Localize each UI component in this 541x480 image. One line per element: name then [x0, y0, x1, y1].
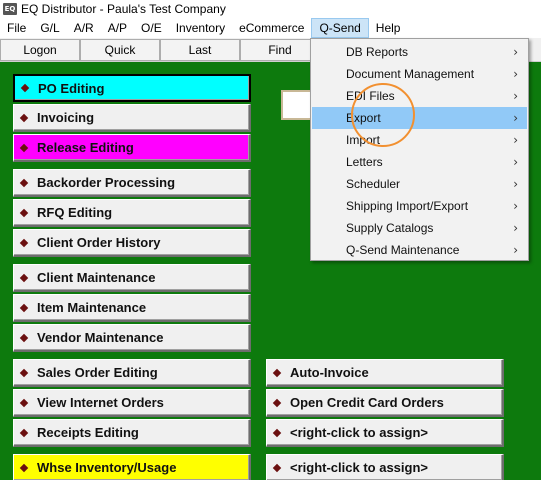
release-editing-button[interactable]: Release Editing: [13, 134, 251, 162]
assignable-button-2[interactable]: <right-click to assign>: [266, 454, 504, 480]
bullet-icon: [19, 368, 29, 377]
button-label: Invoicing: [37, 110, 95, 125]
button-label: Item Maintenance: [37, 300, 147, 315]
menu-ar[interactable]: A/R: [67, 18, 101, 38]
button-label: View Internet Orders: [37, 395, 164, 410]
title-bar: EQ EQ Distributor - Paula's Test Company: [0, 0, 541, 18]
rfq-editing-button[interactable]: RFQ Editing: [13, 199, 251, 227]
menu-gl[interactable]: G/L: [33, 18, 66, 38]
menu-qsend[interactable]: Q-Send: [311, 18, 369, 38]
menu-item-label: Document Management: [346, 67, 475, 81]
invoicing-button[interactable]: Invoicing: [13, 104, 251, 132]
bullet-icon: [272, 428, 282, 437]
bullet-icon: [19, 238, 29, 247]
menu-item-label: Q-Send Maintenance: [346, 243, 460, 257]
menu-item-document-management[interactable]: Document Management ›: [312, 63, 527, 85]
bullet-icon: [19, 273, 29, 282]
bullet-icon: [272, 398, 282, 407]
chevron-right-icon: ›: [513, 155, 518, 169]
menu-oe[interactable]: O/E: [134, 18, 169, 38]
button-label: PO Editing: [38, 80, 105, 96]
button-label: Auto-Invoice: [290, 365, 369, 380]
menu-item-label: Scheduler: [346, 177, 401, 191]
menu-item-db-reports[interactable]: DB Reports ›: [312, 41, 527, 63]
button-label: Client Order History: [37, 235, 161, 250]
window-title: EQ Distributor - Paula's Test Company: [21, 2, 226, 16]
quick-button[interactable]: Quick: [80, 39, 160, 61]
chevron-right-icon: ›: [513, 111, 518, 125]
vendor-maintenance-button[interactable]: Vendor Maintenance: [13, 324, 251, 352]
logon-button[interactable]: Logon: [0, 39, 80, 61]
menu-bar: File G/L A/R A/P O/E Inventory eCommerce…: [0, 18, 541, 38]
button-label: Backorder Processing: [37, 175, 176, 190]
client-order-history-button[interactable]: Client Order History: [13, 229, 251, 257]
button-label: <right-click to assign>: [290, 425, 428, 440]
menu-item-label: Supply Catalogs: [346, 221, 434, 235]
chevron-right-icon: ›: [513, 221, 518, 235]
chevron-right-icon: ›: [513, 243, 518, 257]
menu-item-label: Import: [346, 133, 381, 147]
button-label: RFQ Editing: [37, 205, 113, 220]
menu-ap[interactable]: A/P: [101, 18, 134, 38]
app-logo-icon: EQ: [3, 3, 17, 15]
menu-item-label: EDI Files: [346, 89, 395, 103]
chevron-right-icon: ›: [513, 133, 518, 147]
menu-help[interactable]: Help: [369, 18, 408, 38]
find-button[interactable]: Find: [240, 39, 320, 61]
menu-item-qsend-maintenance[interactable]: Q-Send Maintenance ›: [312, 239, 527, 261]
chevron-right-icon: ›: [513, 45, 518, 59]
chevron-right-icon: ›: [513, 89, 518, 103]
menu-inventory[interactable]: Inventory: [169, 18, 232, 38]
menu-item-shipping-import-export[interactable]: Shipping Import/Export ›: [312, 195, 527, 217]
last-button[interactable]: Last: [160, 39, 240, 61]
menu-item-export[interactable]: Export ›: [312, 107, 527, 129]
item-maintenance-button[interactable]: Item Maintenance: [13, 294, 251, 322]
button-label: <right-click to assign>: [290, 460, 428, 475]
button-label: Client Maintenance: [37, 270, 156, 285]
bullet-icon: [19, 178, 29, 187]
menu-item-label: Export: [346, 111, 381, 125]
button-label: Whse Inventory/Usage: [37, 460, 177, 475]
menu-item-edi-files[interactable]: EDI Files ›: [312, 85, 527, 107]
menu-item-label: DB Reports: [346, 45, 409, 59]
bullet-icon: [272, 463, 282, 472]
bullet-icon: [19, 398, 29, 407]
bullet-icon: [19, 143, 29, 152]
bullet-icon: [19, 428, 29, 437]
bullet-icon: [19, 208, 29, 217]
menu-item-import[interactable]: Import ›: [312, 129, 527, 151]
bullet-icon: [19, 303, 29, 312]
bullet-icon: [19, 463, 29, 472]
button-label: Open Credit Card Orders: [290, 395, 444, 410]
button-label: Release Editing: [37, 140, 134, 155]
bullet-icon: [19, 113, 29, 122]
whse-inventory-usage-button[interactable]: Whse Inventory/Usage: [13, 454, 251, 480]
auto-invoice-button[interactable]: Auto-Invoice: [266, 359, 504, 387]
menu-item-label: Letters: [346, 155, 383, 169]
button-label: Receipts Editing: [37, 425, 139, 440]
button-label: Vendor Maintenance: [37, 330, 164, 345]
bullet-icon: [272, 368, 282, 377]
client-maintenance-button[interactable]: Client Maintenance: [13, 264, 251, 292]
qsend-dropdown-menu: DB Reports › Document Management › EDI Fil…: [310, 38, 529, 261]
menu-item-scheduler[interactable]: Scheduler ›: [312, 173, 527, 195]
chevron-right-icon: ›: [513, 177, 518, 191]
chevron-right-icon: ›: [513, 199, 518, 213]
menu-item-letters[interactable]: Letters ›: [312, 151, 527, 173]
assignable-button-1[interactable]: <right-click to assign>: [266, 419, 504, 447]
backorder-processing-button[interactable]: Backorder Processing: [13, 169, 251, 197]
bullet-icon: [20, 83, 30, 93]
menu-file[interactable]: File: [0, 18, 33, 38]
menu-item-label: Shipping Import/Export: [346, 199, 469, 213]
menu-ecommerce[interactable]: eCommerce: [232, 18, 311, 38]
po-editing-button[interactable]: PO Editing: [13, 74, 251, 102]
receipts-editing-button[interactable]: Receipts Editing: [13, 419, 251, 447]
button-label: Sales Order Editing: [37, 365, 158, 380]
chevron-right-icon: ›: [513, 67, 518, 81]
open-credit-card-orders-button[interactable]: Open Credit Card Orders: [266, 389, 504, 417]
menu-item-supply-catalogs[interactable]: Supply Catalogs ›: [312, 217, 527, 239]
view-internet-orders-button[interactable]: View Internet Orders: [13, 389, 251, 417]
sales-order-editing-button[interactable]: Sales Order Editing: [13, 359, 251, 387]
bullet-icon: [19, 333, 29, 342]
